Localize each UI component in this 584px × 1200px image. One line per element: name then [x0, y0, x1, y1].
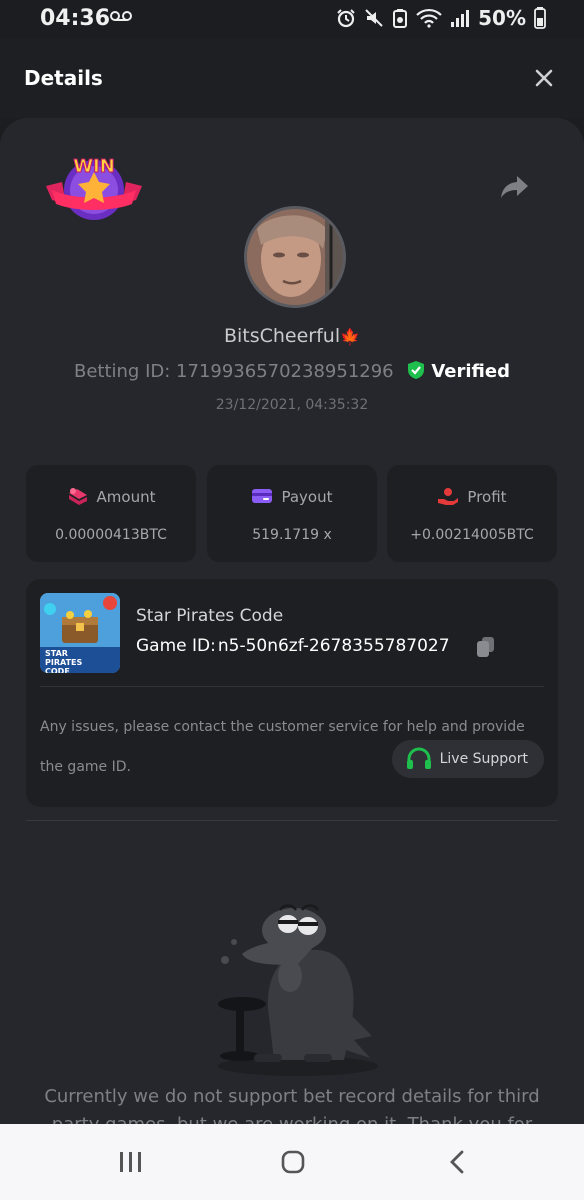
- back-icon[interactable]: [448, 1150, 466, 1174]
- status-bar: 04:36 50%: [0, 0, 584, 38]
- win-badge-text: WIN: [73, 156, 115, 177]
- battery-icon: [534, 7, 546, 29]
- game-name: Star Pirates Code: [136, 606, 284, 626]
- verified-shield-icon: [408, 361, 425, 379]
- share-icon[interactable]: [500, 174, 530, 200]
- username-text: BitsCheerful: [223, 325, 341, 347]
- close-icon[interactable]: [534, 68, 554, 88]
- game-id-label: Game ID:: [136, 636, 216, 656]
- stat-payout-value: 519.1719 x: [252, 527, 332, 543]
- crocodile-mascot-illustration: [218, 904, 378, 1076]
- copy-icon[interactable]: [476, 636, 496, 658]
- stat-amount: Amount 0.00000413BTC: [26, 465, 196, 562]
- bet-details-sheet: WIN BitsCheerful🍁 Betting ID: 1719936570…: [0, 118, 584, 1128]
- page-title: Details: [24, 66, 103, 90]
- signal-icon: [451, 10, 470, 27]
- game-card: STAR PIRATES CODE Star Pirates Code Game…: [26, 579, 558, 807]
- bet-datetime: 23/12/2021, 04:35:32: [215, 397, 369, 413]
- home-icon[interactable]: [281, 1150, 305, 1174]
- mute-icon: [365, 9, 383, 27]
- stat-payout: Payout 519.1719 x: [207, 465, 377, 562]
- wifi-icon: [416, 8, 442, 28]
- system-nav-bar: [0, 1124, 584, 1200]
- game-thumbnail-text: STAR PIRATES CODE: [45, 649, 83, 673]
- avatar: [244, 206, 346, 308]
- money-icon: [68, 488, 87, 505]
- game-thumbnail[interactable]: STAR PIRATES CODE: [40, 593, 120, 673]
- game-id-value: n5-50n6zf-2678355787027: [217, 636, 450, 656]
- hand-coin-icon: [438, 488, 459, 505]
- live-support-label: Live Support: [439, 751, 528, 767]
- username: BitsCheerful🍁: [0, 325, 584, 347]
- stat-profit-label: Profit: [467, 488, 507, 506]
- section-divider: [26, 820, 558, 821]
- win-badge-icon: WIN: [46, 156, 142, 220]
- game-id-row: Game ID: n5-50n6zf-2678355787027: [136, 636, 450, 656]
- stat-payout-label: Payout: [281, 488, 333, 506]
- data-saver-icon: [393, 9, 408, 28]
- maple-leaf-icon: 🍁: [340, 327, 361, 346]
- wallet-icon: [252, 489, 273, 503]
- stat-profit-value: +0.00214005BTC: [410, 527, 534, 543]
- third-party-notice: Currently we do not support bet record d…: [44, 1086, 540, 1128]
- status-time: 04:36: [40, 6, 111, 31]
- betting-id: Betting ID: 1719936570238951296: [73, 361, 394, 382]
- betting-id-row: Betting ID: 1719936570238951296 Verified: [0, 360, 584, 382]
- avatar-photo: [247, 209, 343, 305]
- alarm-icon: [337, 9, 355, 28]
- stat-amount-value: 0.00000413BTC: [55, 527, 167, 543]
- recent-apps-icon[interactable]: [118, 1150, 144, 1174]
- live-support-button[interactable]: Live Support: [391, 740, 544, 778]
- battery-percent: 50%: [478, 6, 526, 30]
- stat-amount-label: Amount: [96, 488, 156, 506]
- stat-profit: Profit +0.00214005BTC: [387, 465, 557, 562]
- headset-icon: [406, 747, 431, 769]
- verified-label: Verified: [431, 361, 510, 382]
- voicemail-icon: [110, 11, 132, 21]
- card-divider: [40, 686, 544, 687]
- details-header: Details: [0, 38, 584, 118]
